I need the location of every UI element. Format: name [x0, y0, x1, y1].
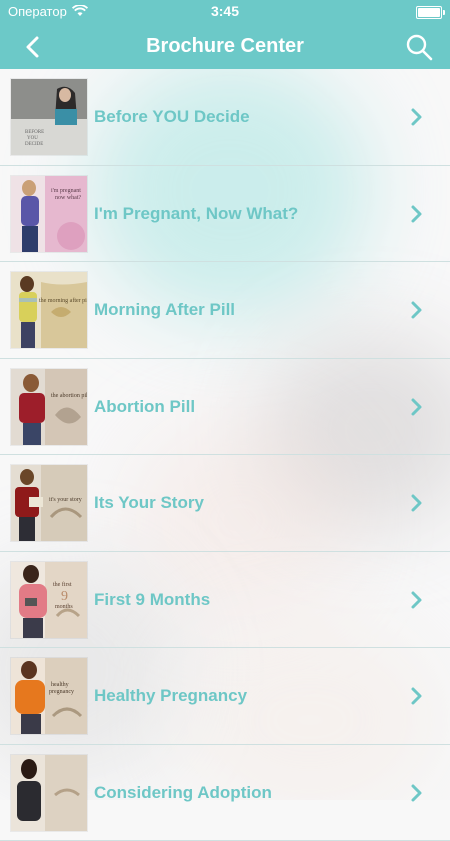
brochure-title: Healthy Pregnancy — [94, 686, 247, 706]
brochure-thumbnail: the morning after pill — [11, 272, 87, 348]
svg-text:the morning after pill: the morning after pill — [39, 297, 87, 304]
svg-text:healthy: healthy — [51, 682, 69, 688]
top-bar: Оператор 3:45 Brochure Center — [0, 0, 450, 69]
brochure-row[interactable]: the abortion pill Abortion Pill — [0, 359, 450, 456]
status-bar: Оператор 3:45 — [0, 0, 450, 24]
chevron-right-icon — [410, 204, 424, 224]
svg-text:i'm pregnant: i'm pregnant — [51, 188, 81, 194]
navigation-bar: Brochure Center — [0, 24, 450, 69]
page-title: Brochure Center — [0, 35, 450, 58]
brochure-thumbnail: the first 9 months — [11, 562, 87, 638]
brochure-row[interactable]: it's your story Its Your Story — [0, 455, 450, 552]
chevron-right-icon — [410, 590, 424, 610]
svg-text:the abortion pill: the abortion pill — [51, 393, 87, 399]
status-time: 3:45 — [0, 3, 450, 19]
svg-text:pregnancy: pregnancy — [49, 689, 74, 695]
brochure-row[interactable]: the morning after pill Morning After Pil… — [0, 262, 450, 359]
svg-text:BEFORE: BEFORE — [25, 130, 44, 135]
chevron-right-icon — [410, 493, 424, 513]
brochure-row[interactable]: the first 9 months First 9 Months — [0, 552, 450, 649]
chevron-right-icon — [410, 397, 424, 417]
svg-text:the first: the first — [53, 581, 72, 588]
brochure-thumbnail: BEFORE YOU DECIDE — [11, 79, 87, 155]
brochure-thumbnail: i'm pregnant now what? — [11, 176, 87, 252]
svg-text:9: 9 — [61, 589, 68, 604]
brochure-row[interactable]: healthy pregnancy Healthy Pregnancy — [0, 648, 450, 745]
battery-icon — [416, 6, 442, 19]
brochure-thumbnail: healthy pregnancy — [11, 658, 87, 734]
chevron-right-icon — [410, 300, 424, 320]
svg-text:months: months — [55, 604, 73, 610]
brochure-row[interactable]: BEFORE YOU DECIDE Before YOU Decide — [0, 69, 450, 166]
chevron-right-icon — [410, 686, 424, 706]
brochure-row[interactable]: i'm pregnant now what? I'm Pregnant, Now… — [0, 166, 450, 263]
search-icon[interactable] — [404, 32, 434, 62]
svg-text:it's your story: it's your story — [49, 497, 82, 503]
chevron-right-icon — [410, 107, 424, 127]
brochure-title: Morning After Pill — [94, 300, 235, 320]
brochure-title: Its Your Story — [94, 493, 204, 513]
brochure-title: I'm Pregnant, Now What? — [94, 204, 298, 224]
svg-text:DECIDE: DECIDE — [25, 142, 43, 147]
brochure-title: Abortion Pill — [94, 397, 195, 417]
brochure-title: Before YOU Decide — [94, 107, 250, 127]
brochure-title: First 9 Months — [94, 590, 210, 610]
brochure-row[interactable]: Considering Adoption — [0, 745, 450, 841]
brochure-thumbnail: the abortion pill — [11, 369, 87, 445]
svg-text:YOU: YOU — [27, 136, 38, 141]
brochure-list: BEFORE YOU DECIDE Before YOU Decide i'm … — [0, 69, 450, 841]
svg-text:now what?: now what? — [55, 195, 81, 201]
brochure-thumbnail: it's your story — [11, 465, 87, 541]
brochure-thumbnail — [11, 755, 87, 831]
